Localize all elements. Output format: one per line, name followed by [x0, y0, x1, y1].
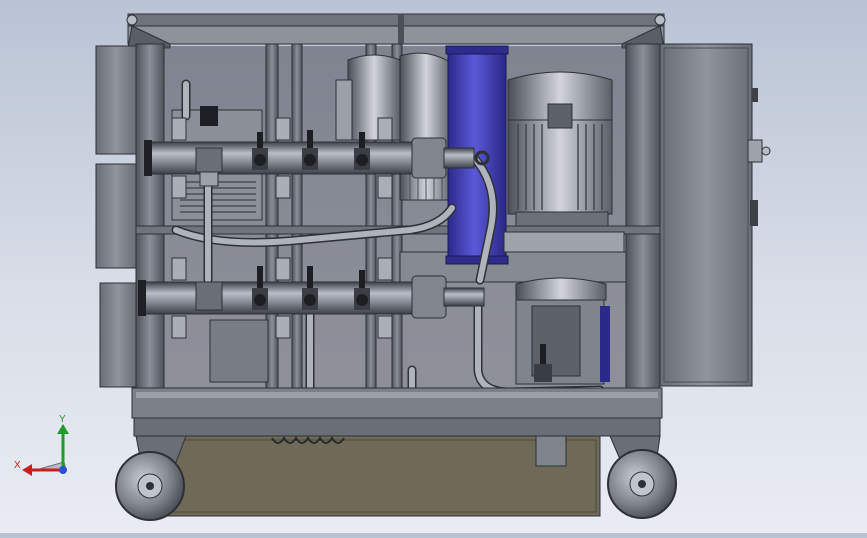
caster-wheel-right — [607, 435, 677, 519]
top-lifting-frame — [126, 13, 666, 49]
right-control-cabinet[interactable] — [659, 43, 771, 387]
x-axis-label: X — [14, 460, 21, 471]
left-junction-boxes — [95, 45, 137, 388]
z-axis-dot — [59, 466, 67, 474]
caster-wheel-left — [115, 435, 187, 521]
lower-gear-pump — [515, 277, 610, 385]
cad-viewport[interactable]: X Y — [0, 0, 867, 533]
base-frame — [131, 387, 663, 517]
y-axis-label: Y — [59, 414, 66, 425]
coordinate-triad: X Y — [14, 414, 69, 476]
main-electric-motor[interactable] — [503, 71, 625, 253]
